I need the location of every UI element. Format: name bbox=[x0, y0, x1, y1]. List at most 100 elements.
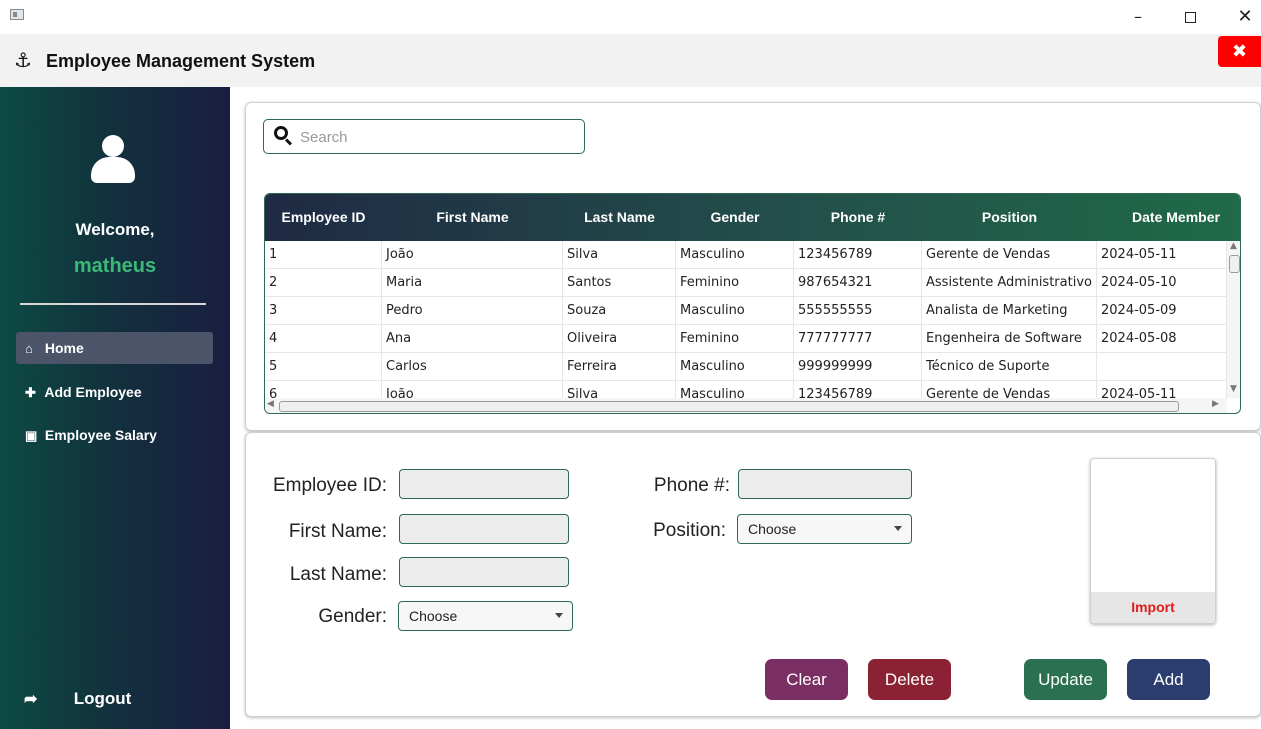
delete-button[interactable]: Delete bbox=[868, 659, 951, 700]
table-cell: Silva bbox=[563, 241, 676, 269]
employee-table-panel: Employee ID First Name Last Name Gender … bbox=[245, 102, 1261, 431]
maximize-icon bbox=[1184, 12, 1196, 23]
table-row[interactable]: 1 João Silva Masculino 123456789 Gerente de V… bbox=[265, 241, 1227, 269]
clear-button[interactable]: Clear bbox=[765, 659, 848, 700]
table-cell: Analista de Marketing bbox=[922, 297, 1097, 325]
employee-id-label: Employee ID: bbox=[272, 475, 387, 496]
vertical-scrollbar[interactable]: ▲ ▼ bbox=[1227, 241, 1240, 398]
window-close-button[interactable]: ✕ bbox=[1222, 4, 1261, 30]
search-icon bbox=[274, 126, 294, 146]
employee-photo-box: Import bbox=[1090, 458, 1216, 624]
table-cell: Assistente Administrativo bbox=[922, 269, 1097, 297]
sidebar-item-employee-salary[interactable]: ▣ Employee Salary bbox=[16, 419, 213, 451]
table-cell: 2024-05-09 bbox=[1097, 297, 1227, 325]
maximize-button[interactable] bbox=[1167, 4, 1213, 30]
phone-field[interactable] bbox=[738, 469, 912, 499]
chevron-down-icon bbox=[894, 526, 902, 531]
column-header[interactable]: First Name bbox=[382, 194, 563, 241]
table-row[interactable]: 2 Maria Santos Feminino 987654321 Assistente … bbox=[265, 269, 1227, 297]
app-title: Employee Management System bbox=[46, 51, 316, 71]
table-cell: 1 bbox=[265, 241, 382, 269]
sidebar-item-label: Add Employee bbox=[44, 384, 142, 400]
table-cell: Carlos bbox=[382, 353, 563, 381]
first-name-field[interactable] bbox=[399, 514, 569, 544]
scrollbar-thumb[interactable] bbox=[279, 401, 1179, 412]
import-button[interactable]: Import bbox=[1091, 592, 1215, 623]
position-label: Position: bbox=[653, 520, 726, 541]
app-close-button[interactable]: ✖ bbox=[1218, 36, 1261, 67]
add-button[interactable]: Add bbox=[1127, 659, 1210, 700]
column-header[interactable]: Position bbox=[922, 194, 1097, 241]
window-titlebar: – ✕ bbox=[0, 0, 1261, 34]
gender-select[interactable]: Choose bbox=[398, 601, 573, 631]
table-cell: 2024-05-08 bbox=[1097, 325, 1227, 353]
user-avatar-icon bbox=[90, 135, 136, 183]
column-header[interactable]: Phone # bbox=[794, 194, 922, 241]
plus-icon: ✚ bbox=[25, 385, 36, 400]
sidebar-divider bbox=[20, 303, 206, 305]
last-name-field[interactable] bbox=[399, 557, 569, 587]
table-cell: João bbox=[382, 241, 563, 269]
logout-label: Logout bbox=[73, 689, 132, 708]
sidebar-item-label: Employee Salary bbox=[44, 427, 157, 443]
table-cell: 777777777 bbox=[794, 325, 922, 353]
position-select-value: Choose bbox=[748, 521, 797, 537]
first-name-label: First Name: bbox=[288, 521, 387, 542]
position-select[interactable]: Choose bbox=[737, 514, 912, 544]
scroll-left-icon[interactable]: ◀ bbox=[267, 399, 274, 409]
sidebar: Welcome, matheus ⌂ Home ✚ Add Employee ▣… bbox=[0, 87, 230, 729]
employee-id-field[interactable] bbox=[399, 469, 569, 499]
employee-table: Employee ID First Name Last Name Gender … bbox=[264, 193, 1241, 414]
close-icon: ✖ bbox=[1231, 41, 1248, 62]
table-cell: 999999999 bbox=[794, 353, 922, 381]
column-header[interactable]: Employee ID bbox=[265, 194, 382, 241]
search-box[interactable] bbox=[263, 119, 585, 154]
table-cell: Ferreira bbox=[563, 353, 676, 381]
username: matheus bbox=[73, 255, 157, 277]
phone-label: Phone #: bbox=[653, 475, 730, 496]
table-cell: Oliveira bbox=[563, 325, 676, 353]
table-cell: 2 bbox=[265, 269, 382, 297]
sidebar-item-add-employee[interactable]: ✚ Add Employee bbox=[16, 376, 213, 408]
table-cell: 3 bbox=[265, 297, 382, 325]
last-name-label: Last Name: bbox=[289, 564, 387, 585]
table-cell: Feminino bbox=[676, 269, 794, 297]
table-row[interactable]: 4 Ana Oliveira Feminino 777777777 Engenheira … bbox=[265, 325, 1227, 353]
chevron-down-icon bbox=[555, 613, 563, 618]
table-row[interactable]: 5 Carlos Ferreira Masculino 999999999 Técnico… bbox=[265, 353, 1227, 381]
table-cell bbox=[1097, 353, 1227, 381]
search-input[interactable] bbox=[300, 124, 580, 150]
table-cell: 4 bbox=[265, 325, 382, 353]
gender-label: Gender: bbox=[318, 606, 387, 627]
table-cell: 987654321 bbox=[794, 269, 922, 297]
app-header: ⚓ Employee Management System bbox=[0, 34, 1261, 87]
sidebar-item-label: Home bbox=[44, 340, 84, 356]
scrollbar-thumb[interactable] bbox=[1229, 255, 1240, 273]
logout-icon: ➦ bbox=[24, 691, 38, 708]
scroll-down-icon[interactable]: ▼ bbox=[1230, 384, 1237, 394]
minimize-button[interactable]: – bbox=[1115, 4, 1161, 30]
column-header[interactable]: Last Name bbox=[563, 194, 676, 241]
logout-button[interactable]: ➦ Logout bbox=[24, 685, 214, 713]
column-header[interactable]: Date Member bbox=[1097, 194, 1240, 241]
horizontal-scrollbar[interactable]: ◀ ▶ bbox=[265, 398, 1227, 413]
table-cell: Gerente de Vendas bbox=[922, 241, 1097, 269]
table-cell: 5 bbox=[265, 353, 382, 381]
welcome-text: Welcome, bbox=[75, 220, 155, 239]
table-cell: 123456789 bbox=[794, 241, 922, 269]
table-cell: 2024-05-10 bbox=[1097, 269, 1227, 297]
sidebar-item-home[interactable]: ⌂ Home bbox=[16, 332, 213, 364]
table-cell: Masculino bbox=[676, 297, 794, 325]
home-icon: ⌂ bbox=[25, 341, 33, 356]
scroll-right-icon[interactable]: ▶ bbox=[1212, 399, 1219, 409]
table-row[interactable]: 3 Pedro Souza Masculino 555555555 Analista de… bbox=[265, 297, 1227, 325]
scroll-up-icon[interactable]: ▲ bbox=[1230, 241, 1237, 251]
table-header: Employee ID First Name Last Name Gender … bbox=[265, 194, 1240, 241]
table-cell: Engenheira de Software bbox=[922, 325, 1097, 353]
update-button[interactable]: Update bbox=[1024, 659, 1107, 700]
table-cell: Pedro bbox=[382, 297, 563, 325]
table-cell: Masculino bbox=[676, 241, 794, 269]
column-header[interactable]: Gender bbox=[676, 194, 794, 241]
table-cell: Santos bbox=[563, 269, 676, 297]
anchor-icon: ⚓ bbox=[14, 48, 32, 72]
